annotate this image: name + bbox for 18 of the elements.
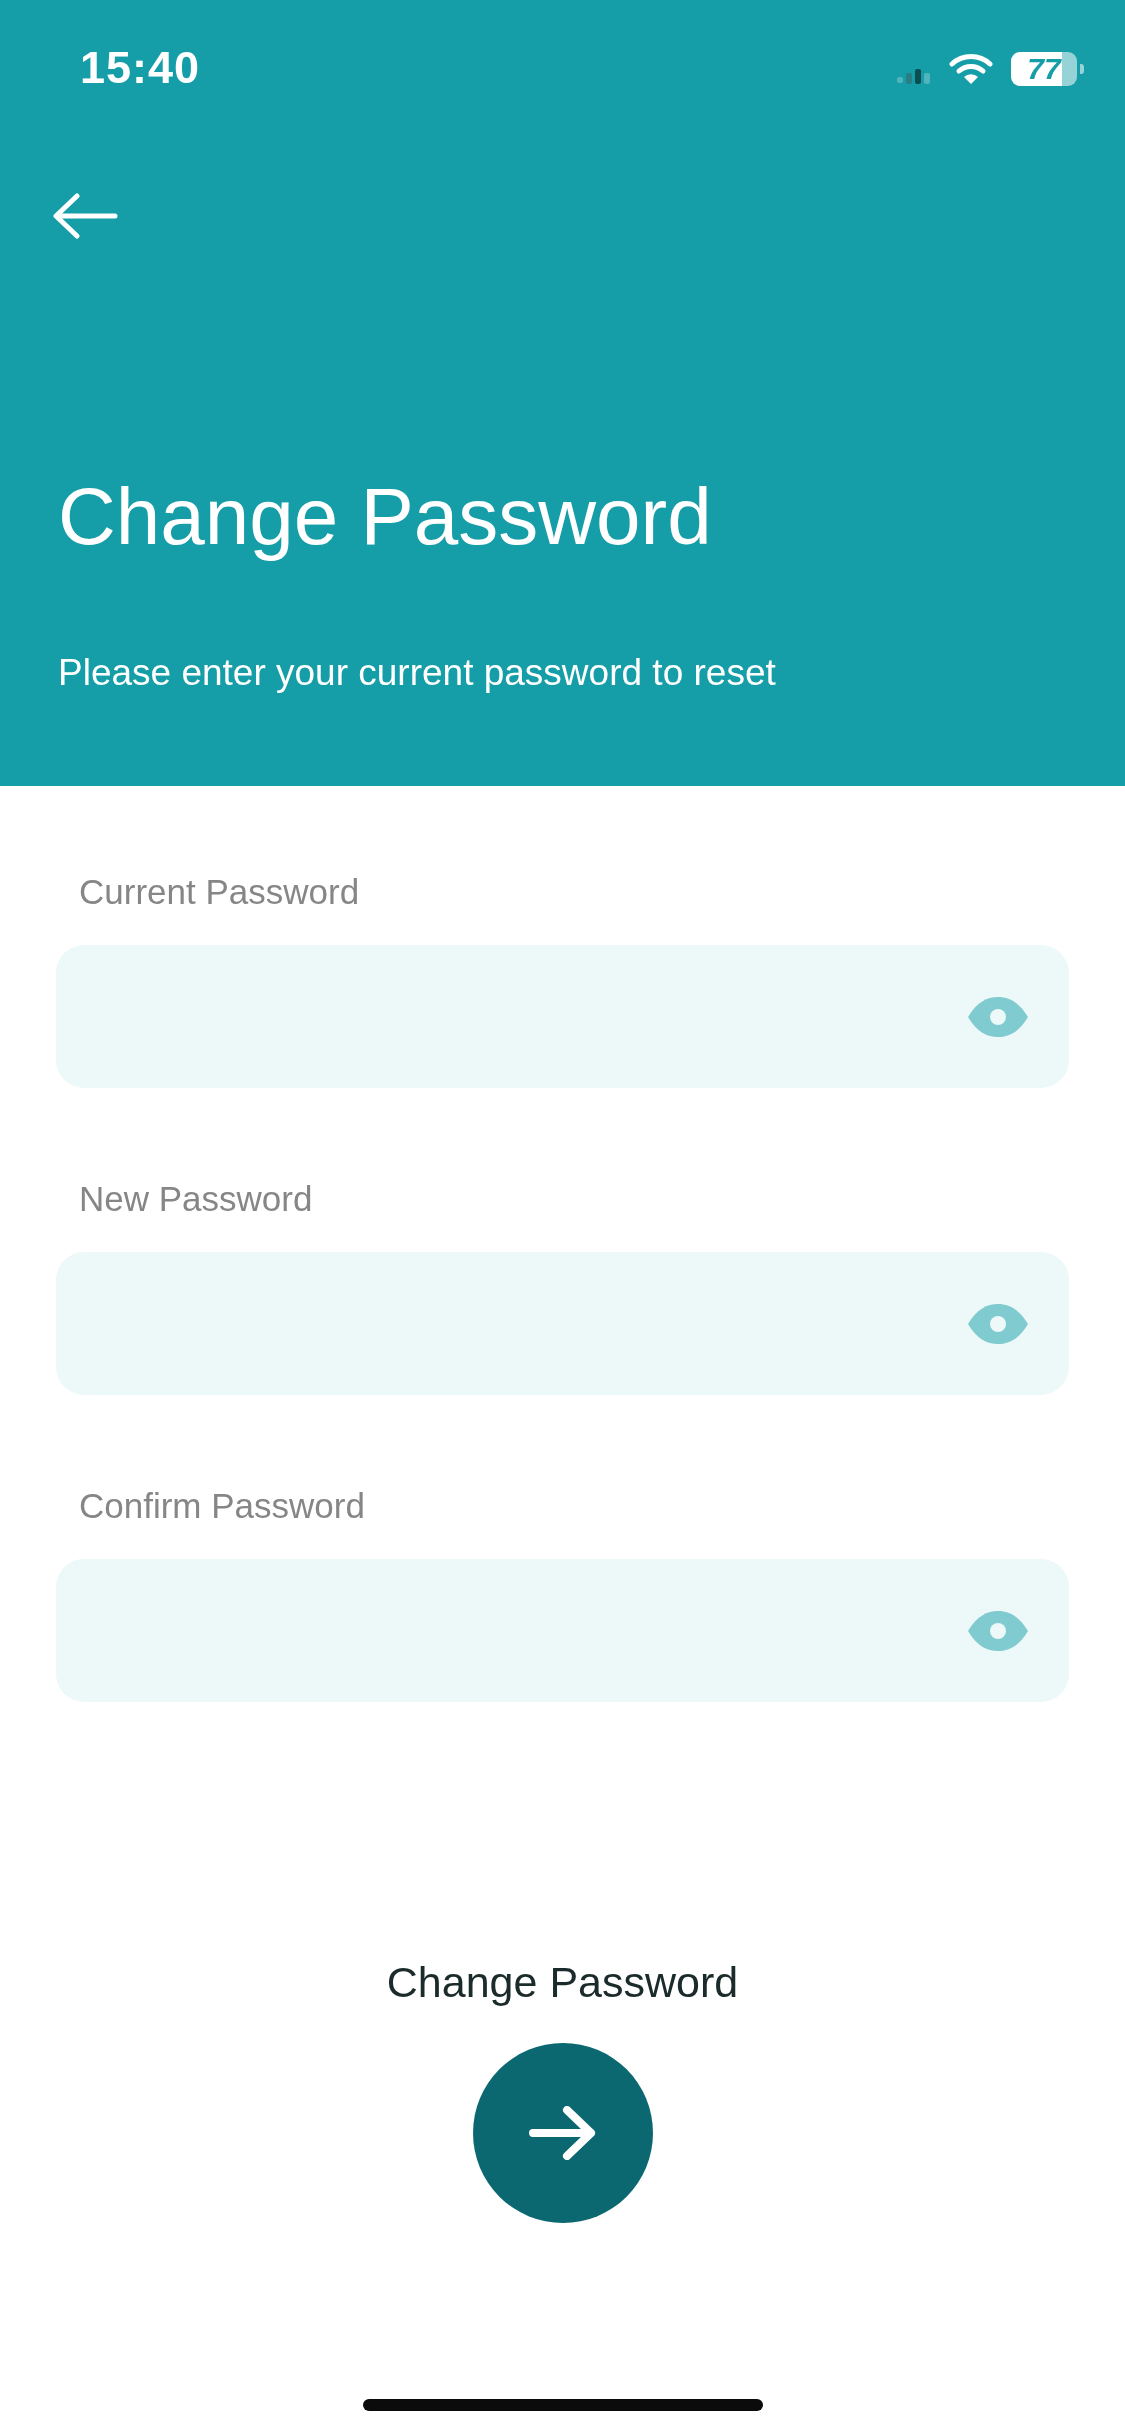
eye-icon[interactable] xyxy=(967,1609,1029,1652)
submit-label: Change Password xyxy=(386,1957,739,2008)
password-field[interactable] xyxy=(56,945,1069,1088)
wifi-icon xyxy=(949,53,993,85)
password-field[interactable] xyxy=(56,1252,1069,1395)
password-field[interactable] xyxy=(56,1559,1069,1702)
field-label: Confirm Password xyxy=(78,1485,365,1527)
eye-icon[interactable] xyxy=(967,995,1029,1038)
page-subtitle: Please enter your current password to reset xyxy=(58,651,777,695)
field-label: Current Password xyxy=(78,871,360,913)
status-time: 15:40 xyxy=(80,42,201,94)
field-label: New Password xyxy=(78,1178,313,1220)
eye-icon[interactable] xyxy=(967,1302,1029,1345)
page-title: Change Password xyxy=(58,471,713,563)
arrow-right-icon xyxy=(528,2106,597,2160)
signal-icon xyxy=(897,68,931,84)
back-arrow-icon xyxy=(51,193,119,239)
battery-level-text: 77 xyxy=(1027,54,1061,84)
